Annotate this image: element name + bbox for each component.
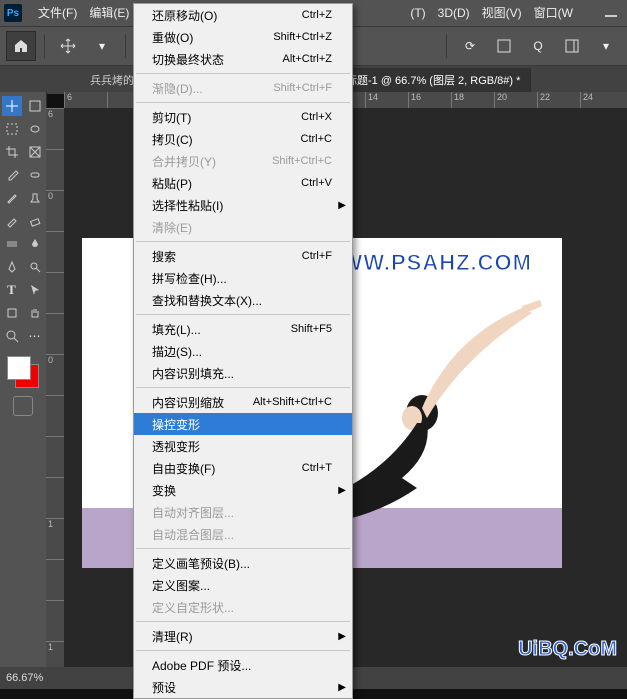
- dodge-tool-icon[interactable]: [25, 257, 45, 277]
- chevron-down-icon[interactable]: ▾: [87, 31, 117, 61]
- menu-item-X[interactable]: 查找和替换文本(X)...: [134, 289, 352, 311]
- crop-tool-icon[interactable]: [2, 142, 22, 162]
- ruler-vertical: 60 011: [46, 108, 65, 667]
- foreground-color-swatch[interactable]: [7, 356, 31, 380]
- menu-item-[interactable]: 变换▶: [134, 479, 352, 501]
- more-tools-icon[interactable]: ⋯: [25, 326, 45, 346]
- chevron-down-icon[interactable]: ▾: [591, 31, 621, 61]
- menu-item-R[interactable]: 清理(R)▶: [134, 625, 352, 647]
- app-logo: Ps: [4, 4, 22, 22]
- menu-item-[interactable]: 预设▶: [134, 676, 352, 698]
- tool-palette: T ⋯: [0, 92, 47, 667]
- menu-item-Y: 合并拷贝(Y)Shift+Ctrl+C: [134, 150, 352, 172]
- menu-item-I[interactable]: 选择性粘贴(I)▶: [134, 194, 352, 216]
- menu-item-AdobePDF[interactable]: Adobe PDF 预设...: [134, 654, 352, 676]
- eraser-tool-icon[interactable]: [25, 211, 45, 231]
- heal-tool-icon[interactable]: [25, 165, 45, 185]
- zoom-level[interactable]: 66.67%: [6, 672, 43, 684]
- blur-tool-icon[interactable]: [25, 234, 45, 254]
- menu-item-O[interactable]: 还原移动(O)Ctrl+Z: [134, 4, 352, 26]
- menu-item-O[interactable]: 重做(O)Shift+Ctrl+Z: [134, 26, 352, 48]
- artboard-tool-icon[interactable]: [25, 96, 45, 116]
- menu-type[interactable]: (T): [404, 0, 431, 26]
- grid-icon[interactable]: [489, 31, 519, 61]
- menu-item-H[interactable]: 拼写检查(H)...: [134, 267, 352, 289]
- menu-3d[interactable]: 3D(D): [432, 0, 476, 26]
- stamp-tool-icon[interactable]: [25, 188, 45, 208]
- brush-tool-icon[interactable]: [2, 188, 22, 208]
- path-select-icon[interactable]: [25, 280, 45, 300]
- menu-item-F[interactable]: 自由变换(F)Ctrl+T: [134, 457, 352, 479]
- gradient-tool-icon[interactable]: [2, 234, 22, 254]
- panel-icon[interactable]: [557, 31, 587, 61]
- pen-tool-icon[interactable]: [2, 257, 22, 277]
- shape-tool-icon[interactable]: [2, 303, 22, 323]
- menu-item-D: 渐隐(D)...Shift+Ctrl+F: [134, 77, 352, 99]
- menu-item-[interactable]: 内容识别缩放Alt+Shift+Ctrl+C: [134, 391, 352, 413]
- type-tool-icon[interactable]: T: [2, 280, 22, 300]
- eyedropper-tool-icon[interactable]: [2, 165, 22, 185]
- menu-item-: 自动混合图层...: [134, 523, 352, 545]
- menu-item-: 定义自定形状...: [134, 596, 352, 618]
- minimize-icon[interactable]: [599, 0, 623, 26]
- lasso-tool-icon[interactable]: [25, 119, 45, 139]
- menu-item-C[interactable]: 拷贝(C)Ctrl+C: [134, 128, 352, 150]
- watermark-bottom: UiBQ.CoM: [518, 638, 617, 661]
- tab-doc-2[interactable]: 未标题-1 @ 66.7% (图层 2, RGB/8#) *: [325, 68, 531, 94]
- menu-window[interactable]: 窗口(W: [528, 0, 579, 26]
- menu-item-[interactable]: 定义图案...: [134, 574, 352, 596]
- menu-edit[interactable]: 编辑(E): [83, 0, 135, 26]
- menu-item-[interactable]: 操控变形: [134, 413, 352, 435]
- menu-item-[interactable]: 搜索Ctrl+F: [134, 245, 352, 267]
- hand-tool-icon[interactable]: [25, 303, 45, 323]
- menu-item-T[interactable]: 剪切(T)Ctrl+X: [134, 106, 352, 128]
- marquee-tool-icon[interactable]: [2, 119, 22, 139]
- menu-item-[interactable]: 切换最终状态Alt+Ctrl+Z: [134, 48, 352, 70]
- menu-item-P[interactable]: 粘贴(P)Ctrl+V: [134, 172, 352, 194]
- menu-item-B[interactable]: 定义画笔预设(B)...: [134, 552, 352, 574]
- menu-view[interactable]: 视图(V): [476, 0, 528, 26]
- edit-menu-dropdown: 还原移动(O)Ctrl+Z重做(O)Shift+Ctrl+Z切换最终状态Alt+…: [133, 3, 353, 699]
- menu-item-L[interactable]: 填充(L)...Shift+F5: [134, 318, 352, 340]
- menu-item-[interactable]: 内容识别填充...: [134, 362, 352, 384]
- quick-mask-icon[interactable]: [13, 396, 33, 416]
- menu-item-: 自动对齐图层...: [134, 501, 352, 523]
- menu-item-E: 清除(E): [134, 216, 352, 238]
- move-tool-icon[interactable]: [2, 96, 22, 116]
- move-handle-icon[interactable]: [53, 31, 83, 61]
- color-swatches[interactable]: [5, 354, 41, 390]
- history-brush-icon[interactable]: [2, 211, 22, 231]
- share-icon[interactable]: Q: [523, 31, 553, 61]
- home-icon[interactable]: [6, 31, 36, 61]
- menu-item-[interactable]: 透视变形: [134, 435, 352, 457]
- menu-file[interactable]: 文件(F): [32, 0, 83, 26]
- zoom-tool-icon[interactable]: [2, 326, 22, 346]
- frame-tool-icon[interactable]: [25, 142, 45, 162]
- refresh-icon[interactable]: ⟳: [455, 31, 485, 61]
- menu-item-S[interactable]: 描边(S)...: [134, 340, 352, 362]
